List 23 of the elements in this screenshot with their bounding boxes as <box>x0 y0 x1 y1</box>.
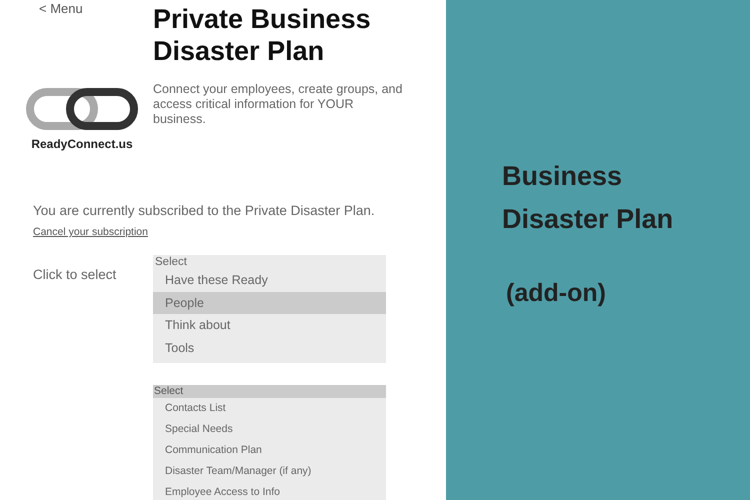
logo-text: ReadyConnect.us <box>31 136 133 153</box>
list-header[interactable]: Select <box>153 385 386 398</box>
list-option[interactable]: Think about <box>153 314 386 336</box>
subscription-message: You are currently subscribed to the Private Disaster Plan. <box>33 202 376 220</box>
page-title: Private Business Disaster Plan <box>153 3 372 67</box>
list-option[interactable]: People <box>153 292 386 314</box>
list-box[interactable]: Select Contacts List Special Needs Communication Plan Disaster Team/Manager (if any) Employee Access to Info <box>153 385 386 500</box>
list-box[interactable]: Select Have these Ready People Think about Tools <box>153 255 386 363</box>
list-option[interactable]: Disaster Team/Manager (if any) <box>153 461 386 482</box>
list-option[interactable]: Special Needs <box>153 419 386 440</box>
list-option[interactable]: Contacts List <box>153 398 386 419</box>
cancel-link[interactable]: Cancel your subscription <box>33 225 446 241</box>
chain-link-icon <box>26 88 138 130</box>
description: Connect your employees, create groups, and access critical information for YOUR business. <box>153 82 403 127</box>
list-option[interactable]: Tools <box>153 336 386 359</box>
list-header[interactable]: Select <box>153 255 386 269</box>
list-option[interactable]: Have these Ready <box>153 269 386 292</box>
panel-note: (add-on) <box>506 278 607 309</box>
panel-heading: Business Disaster Plan <box>502 160 674 236</box>
select-label: Click to select <box>33 267 116 282</box>
list-option[interactable]: Communication Plan <box>153 440 386 461</box>
menu-link[interactable]: < Menu <box>39 1 153 17</box>
list-option[interactable]: Employee Access to Info <box>153 482 386 500</box>
